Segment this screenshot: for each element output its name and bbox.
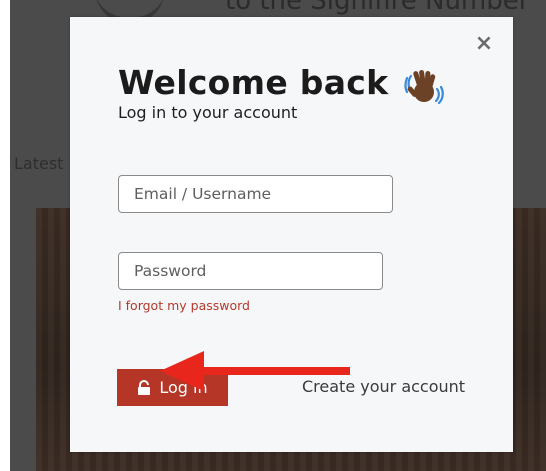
waving-hand-icon: [404, 69, 444, 105]
login-modal: × Welcome back Log in to your account I …: [70, 17, 513, 452]
background-heading: to the Signifire Number: [225, 0, 530, 16]
forgot-password-link[interactable]: I forgot my password: [118, 298, 250, 313]
login-button-label: Log in: [159, 378, 208, 397]
create-account-link[interactable]: Create your account: [302, 377, 465, 396]
background-left-strip: [0, 0, 10, 471]
email-field[interactable]: [118, 175, 393, 213]
lock-icon: [138, 379, 151, 395]
modal-title: Welcome back: [118, 63, 389, 102]
modal-subtitle: Log in to your account: [118, 103, 298, 122]
login-button[interactable]: Log in: [117, 369, 228, 406]
screen: to the Signifire Number Latest × Welcome…: [0, 0, 546, 471]
background-latest-label: Latest: [14, 154, 64, 173]
password-field[interactable]: [118, 252, 383, 290]
close-icon[interactable]: ×: [473, 33, 495, 55]
